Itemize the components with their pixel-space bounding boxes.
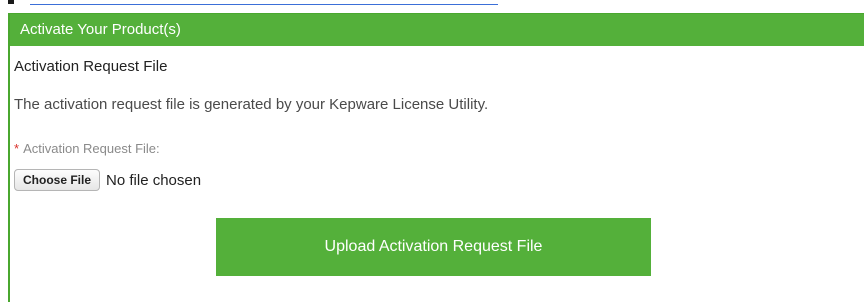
file-input-row: Choose File No file chosen	[14, 169, 201, 191]
activation-file-label-text: Activation Request File:	[23, 141, 160, 156]
file-status-text: No file chosen	[106, 171, 202, 189]
section-title: Activation Request File	[14, 58, 168, 75]
section-description: The activation request file is generated…	[14, 96, 489, 113]
panel-header-title: Activate Your Product(s)	[20, 21, 181, 38]
panel-header: Activate Your Product(s)	[10, 14, 864, 46]
activation-file-label: * Activation Request File:	[14, 141, 160, 156]
required-marker: *	[14, 141, 20, 156]
page: Activate Your Product(s) Activation Requ…	[0, 0, 864, 302]
upload-activation-request-button[interactable]: Upload Activation Request File	[216, 218, 651, 276]
choose-file-button[interactable]: Choose File	[14, 169, 101, 191]
cut-off-link-row	[8, 0, 498, 8]
link-underline[interactable]	[30, 4, 498, 5]
bullet-mark	[8, 0, 14, 4]
